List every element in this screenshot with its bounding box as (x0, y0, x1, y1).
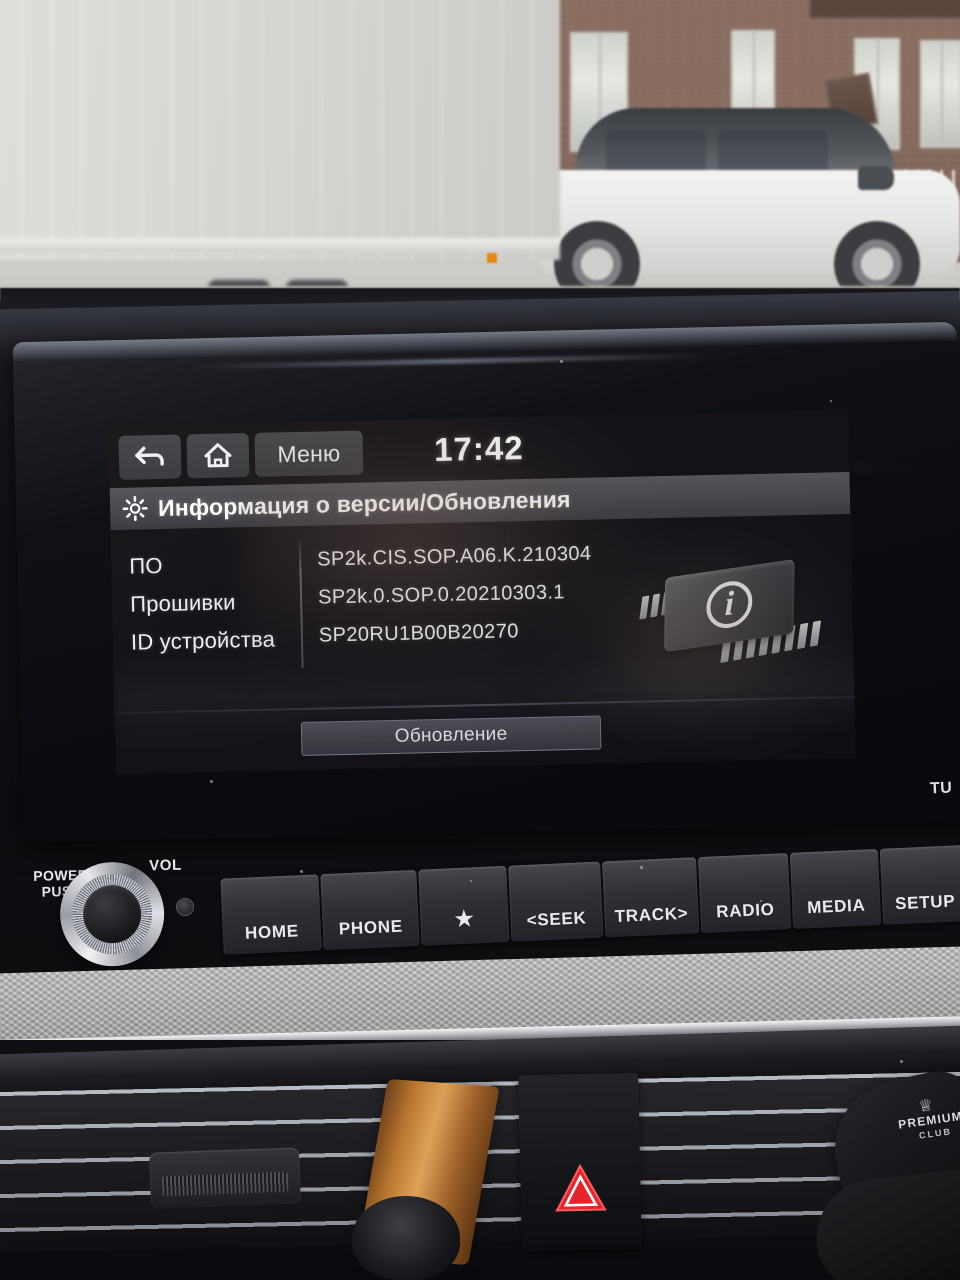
info-label-software: ПО (129, 552, 163, 579)
vent-control-switch[interactable] (149, 1147, 301, 1209)
microchip-info-icon: i (633, 551, 825, 665)
switch-grip (161, 1171, 289, 1197)
vol-label: VOL (148, 856, 182, 875)
clock-display: 17:42 (433, 429, 524, 469)
power-volume-knob[interactable]: POWER PUSH VOL (33, 850, 197, 968)
button-label: MEDIA (806, 895, 866, 918)
gear-icon (122, 496, 148, 522)
info-value-software: SP2k.CIS.SOP.A06.K.210304 (317, 542, 592, 571)
tune-knob-label: TU (929, 779, 953, 798)
info-value-firmware: SP2k.0.SOP.0.20210303.1 (317, 581, 566, 609)
info-label-firmware: Прошивки (129, 589, 236, 617)
button-label: <SEEK (526, 908, 587, 930)
dashboard-scene: Меню 17:42 Информация о версии/Обновлени… (0, 0, 960, 1280)
update-button-label: Обновление (394, 723, 508, 747)
trailer-ribs (0, 0, 560, 260)
button-label: HOME (244, 921, 300, 943)
page-title: Информация о версии/Обновления (157, 485, 571, 521)
trailer-marker-light (487, 253, 497, 263)
hazard-button[interactable] (518, 1072, 642, 1252)
hard-button-setup[interactable]: SETUP (879, 844, 960, 925)
infotainment-screen[interactable]: Меню 17:42 Информация о версии/Обновлени… (108, 409, 856, 775)
hard-button-seek[interactable]: <SEEK (508, 861, 604, 942)
knob-knurl (71, 873, 153, 956)
button-label: SETUP (894, 891, 956, 914)
hard-button-phone[interactable]: PHONE (320, 869, 420, 951)
knob-outer-ring[interactable] (59, 861, 166, 968)
info-value-device-id: SP20RU1B00B20270 (318, 620, 519, 647)
info-glyph: i (706, 578, 753, 632)
update-button[interactable]: Обновление (300, 715, 602, 756)
windshield-view (0, 0, 960, 312)
hard-button-home[interactable]: HOME (220, 874, 322, 955)
star-icon: ★ (452, 905, 477, 934)
button-label: PHONE (338, 916, 404, 939)
hard-button-media[interactable]: MEDIA (789, 848, 882, 929)
white-suv (540, 108, 960, 307)
hazard-triangle-icon (555, 1163, 607, 1212)
hard-button-favorite[interactable]: ★ (418, 865, 510, 946)
box-truck-trailer (0, 0, 560, 260)
hard-button-radio[interactable]: RADIO (697, 853, 792, 934)
hard-button-track[interactable]: TRACK> (602, 857, 700, 938)
building-eave (810, 0, 960, 18)
info-label-device-id: ID устройства (130, 626, 276, 655)
button-label: TRACK> (614, 903, 689, 926)
column-divider (298, 539, 304, 668)
button-label: RADIO (715, 899, 775, 922)
vent-direction-knob[interactable] (352, 1196, 460, 1280)
knob-center[interactable] (82, 884, 142, 944)
suv-mirror (858, 166, 894, 190)
